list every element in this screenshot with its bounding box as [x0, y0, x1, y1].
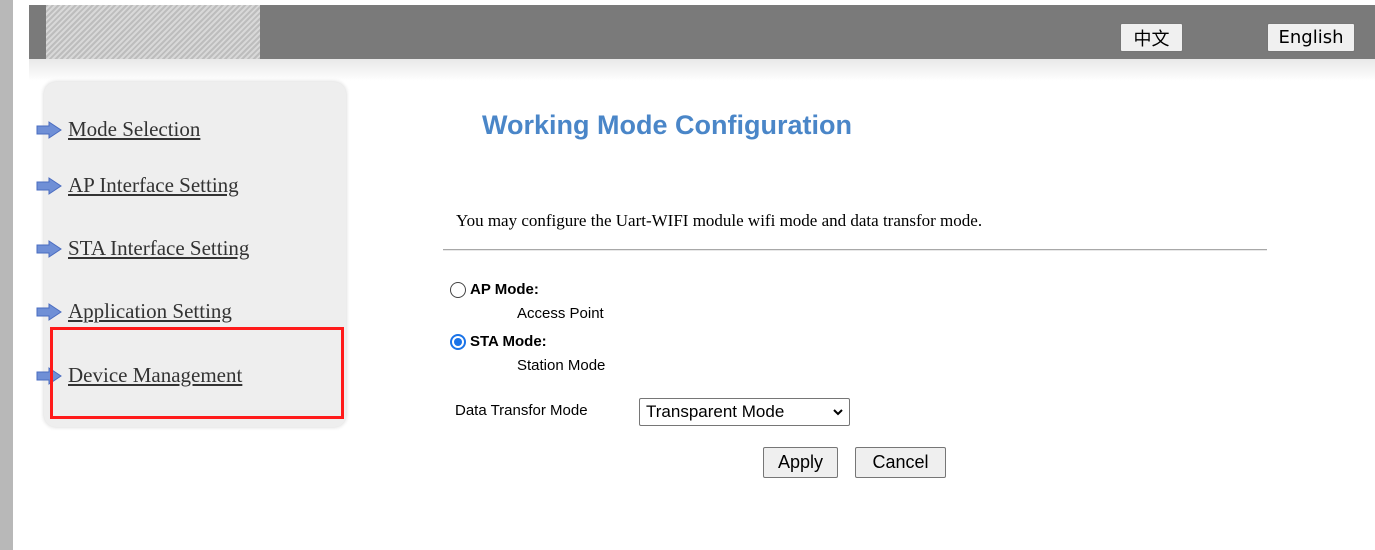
arrow-right-icon — [36, 120, 62, 139]
sidebar-item-sta-interface[interactable]: STA Interface Setting — [36, 236, 249, 261]
page-title: Working Mode Configuration — [482, 110, 852, 140]
ap-mode-option[interactable]: AP Mode: — [450, 281, 539, 298]
ap-mode-radio[interactable] — [450, 281, 466, 298]
data-transfer-mode-select[interactable]: Transparent Mode — [639, 398, 850, 426]
apply-button[interactable]: Apply — [763, 447, 838, 478]
ap-mode-description: Access Point — [517, 305, 604, 322]
sta-mode-label: STA Mode: — [470, 333, 547, 350]
left-edge-bar — [0, 0, 13, 550]
divider — [443, 249, 1267, 251]
arrow-right-icon — [36, 302, 62, 321]
chevron-down-icon — [833, 409, 843, 416]
data-transfer-mode-value: Transparent Mode — [646, 402, 785, 421]
ap-mode-label: AP Mode: — [470, 281, 539, 298]
logo-area — [46, 5, 260, 59]
left-edge-gap — [13, 0, 29, 550]
sidebar-item-label: STA Interface Setting — [68, 236, 250, 260]
sta-mode-radio[interactable] — [450, 333, 466, 350]
top-bar: 中文 English — [29, 5, 1375, 59]
sidebar-item-label: Mode Selection — [68, 117, 201, 141]
cancel-button[interactable]: Cancel — [855, 447, 946, 478]
sidebar-item-mode-selection[interactable]: Mode Selection — [36, 117, 200, 142]
sidebar-item-application-setting[interactable]: Application Setting — [36, 299, 232, 324]
sidebar-item-ap-interface[interactable]: AP Interface Setting — [36, 173, 239, 198]
sidebar-item-label: AP Interface Setting — [68, 173, 239, 197]
page-description: You may configure the Uart-WIFI module w… — [456, 211, 983, 230]
highlight-box — [50, 327, 344, 419]
sta-mode-description: Station Mode — [517, 357, 606, 374]
arrow-right-icon — [36, 176, 62, 195]
lang-chinese-button[interactable]: 中文 — [1120, 23, 1183, 52]
arrow-right-icon — [36, 239, 62, 258]
lang-english-button[interactable]: English — [1267, 23, 1355, 52]
top-bar-shadow — [29, 59, 1375, 81]
data-transfer-mode-label: Data Transfor Mode — [455, 402, 588, 419]
sta-mode-option[interactable]: STA Mode: — [450, 333, 547, 350]
sidebar-item-label: Application Setting — [68, 299, 232, 323]
